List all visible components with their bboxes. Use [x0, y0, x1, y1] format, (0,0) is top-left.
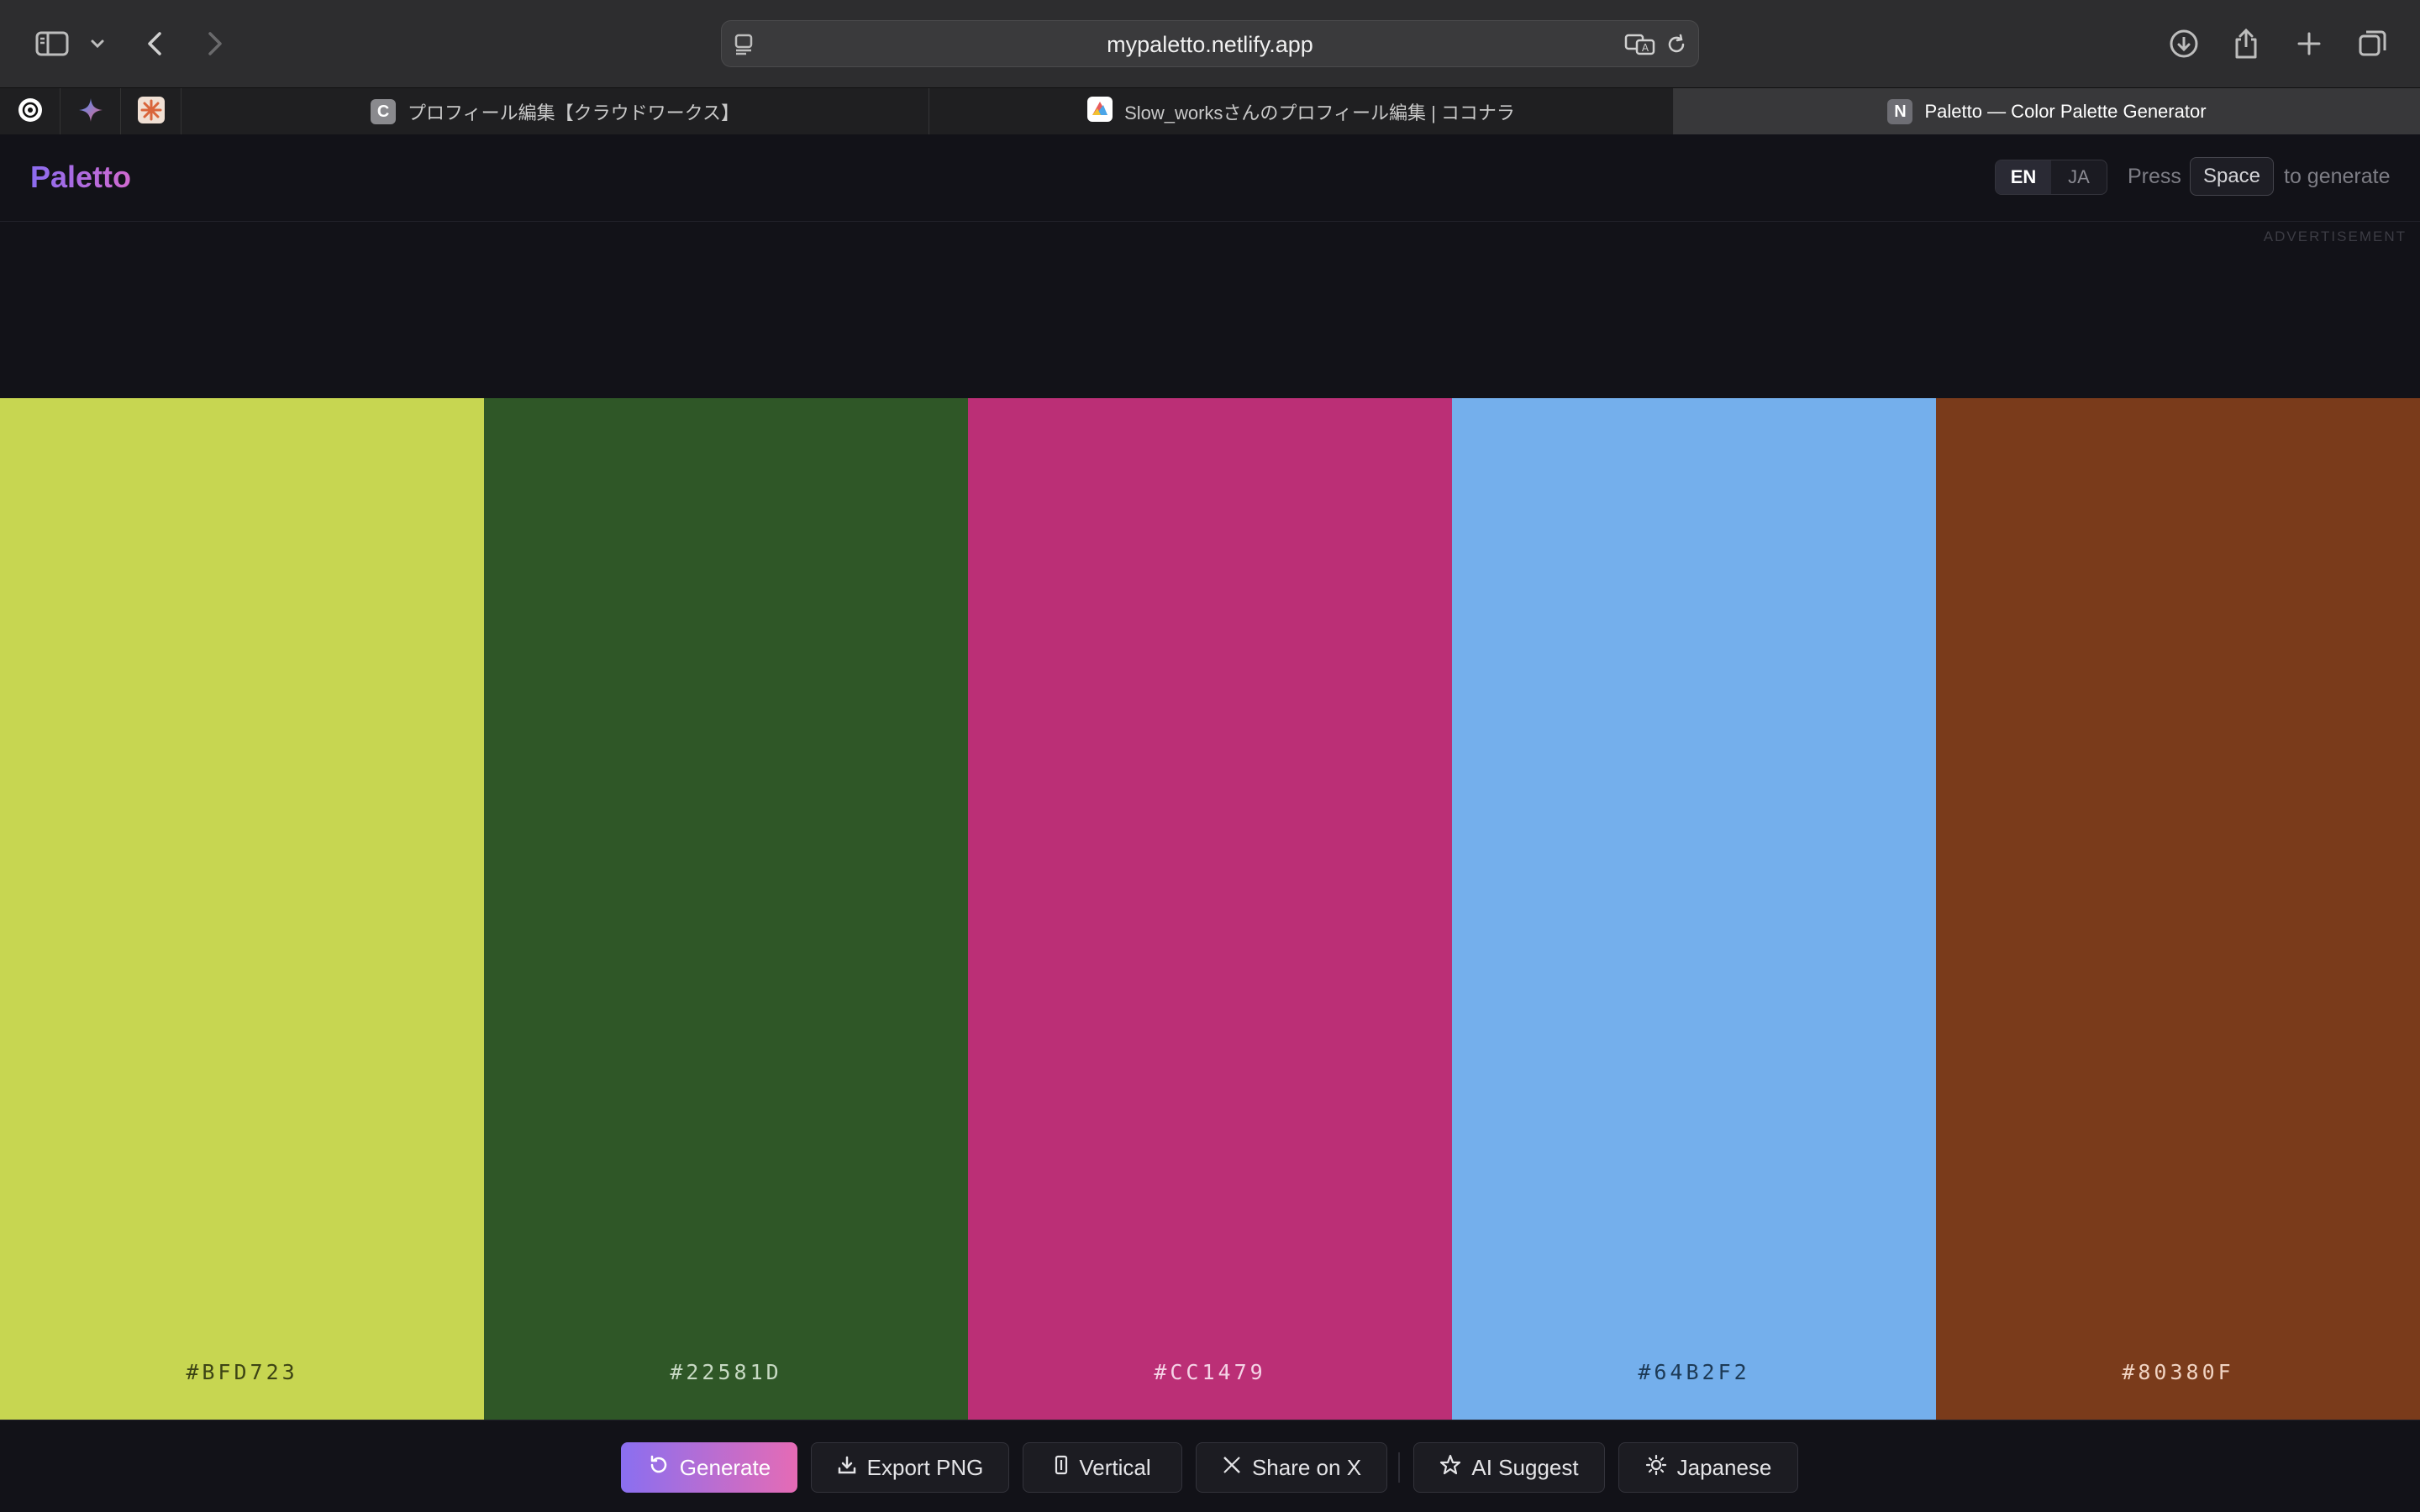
tab-label: プロフィール編集【クラウドワークス】	[408, 102, 739, 123]
url-text: mypaletto.netlify.app	[1107, 32, 1313, 57]
claude-icon	[137, 96, 165, 128]
color-swatch[interactable]: #CC1479	[968, 398, 1452, 1420]
tab-coconala[interactable]: Slow_worksさんのプロフィール編集 | ココナラ	[929, 88, 1674, 135]
tab-label: Slow_worksさんのプロフィール編集 | ココナラ	[1124, 102, 1515, 123]
swatch-hex-label[interactable]: #CC1479	[968, 1360, 1452, 1384]
netlify-favicon-icon: N	[1887, 99, 1913, 124]
chevron-down-icon[interactable]	[87, 22, 108, 66]
pinned-tab-claude[interactable]	[121, 88, 182, 135]
address-bar[interactable]: mypaletto.netlify.app A	[721, 20, 1699, 67]
color-swatch[interactable]: #22581D	[484, 398, 968, 1420]
tab-crowdworks[interactable]: C プロフィール編集【クラウドワークス】	[182, 88, 929, 135]
browser-toolbar: mypaletto.netlify.app A	[0, 0, 2420, 87]
chatgpt-icon	[17, 97, 44, 128]
reload-icon[interactable]	[1665, 33, 1688, 60]
translate-icon[interactable]: A	[1624, 33, 1656, 60]
japanese-theme-button[interactable]: Japanese	[1618, 1442, 1798, 1493]
generate-button[interactable]: Generate	[621, 1442, 797, 1493]
coconala-favicon-icon	[1087, 97, 1113, 127]
lang-ja-button[interactable]: JA	[2051, 160, 2107, 194]
hint-press-text: Press	[2128, 165, 2181, 188]
star-icon	[1439, 1454, 1461, 1482]
refresh-icon	[648, 1454, 670, 1482]
hint-generate-text: to generate	[2284, 165, 2391, 188]
download-icon	[837, 1455, 857, 1481]
color-swatch[interactable]: #80380F	[1936, 398, 2420, 1420]
share-on-x-label: Share on X	[1251, 1454, 1362, 1480]
forward-icon[interactable]	[198, 22, 232, 66]
japanese-label: Japanese	[1676, 1454, 1772, 1480]
toolbar-divider	[1398, 1452, 1400, 1483]
ai-suggest-button[interactable]: AI Suggest	[1413, 1442, 1605, 1493]
generate-label: Generate	[679, 1454, 771, 1480]
tab-paletto[interactable]: N Paletto — Color Palette Generator	[1674, 88, 2420, 135]
crowdworks-favicon-icon: C	[371, 99, 397, 124]
advertisement-slot: ADVERTISEMENT	[0, 222, 2420, 398]
vertical-label: Vertical	[1079, 1454, 1151, 1480]
sun-icon	[1645, 1454, 1667, 1482]
space-key-badge: Space	[2190, 157, 2274, 196]
vertical-layout-icon	[1054, 1455, 1069, 1481]
app-header: Paletto EN JA Press Space to generate	[0, 134, 2420, 222]
gemini-icon	[77, 97, 104, 128]
color-swatch[interactable]: #64B2F2	[1452, 398, 1936, 1420]
swatch-hex-label[interactable]: #22581D	[484, 1360, 968, 1384]
new-tab-icon[interactable]	[2292, 22, 2326, 66]
pinned-tab-chatgpt[interactable]	[0, 88, 60, 135]
export-png-button[interactable]: Export PNG	[811, 1442, 1009, 1493]
downloads-icon[interactable]	[2166, 22, 2202, 66]
swatch-hex-label[interactable]: #80380F	[1936, 1360, 2420, 1384]
x-logo-icon	[1222, 1455, 1242, 1481]
app-logo[interactable]: Paletto	[30, 160, 131, 195]
share-on-x-button[interactable]: Share on X	[1196, 1442, 1387, 1493]
swatch-hex-label[interactable]: #BFD723	[0, 1360, 484, 1384]
advertisement-label: ADVERTISEMENT	[2263, 228, 2407, 244]
export-png-label: Export PNG	[866, 1454, 984, 1480]
back-icon[interactable]	[138, 22, 171, 66]
tab-overview-icon[interactable]	[2354, 22, 2391, 66]
pinned-tab-gemini[interactable]	[60, 88, 121, 135]
color-palette: #BFD723 #22581D #CC1479 #64B2F2 #80380F	[0, 398, 2420, 1420]
lang-en-button[interactable]: EN	[1996, 160, 2051, 194]
tab-label: Paletto — Color Palette Generator	[1924, 101, 2207, 122]
share-icon[interactable]	[2228, 22, 2264, 66]
tab-bar: C プロフィール編集【クラウドワークス】 Slow_worksさんのプロフィール…	[0, 87, 2420, 135]
vertical-layout-button[interactable]: Vertical	[1023, 1442, 1182, 1493]
ai-suggest-label: AI Suggest	[1471, 1454, 1579, 1480]
swatch-hex-label[interactable]: #64B2F2	[1452, 1360, 1936, 1384]
language-toggle: EN JA	[1995, 160, 2107, 195]
sidebar-toggle-icon[interactable]	[32, 22, 72, 66]
color-swatch[interactable]: #BFD723	[0, 398, 484, 1420]
action-bar: Generate Export PNG Vertical Share on X …	[0, 1420, 2420, 1512]
svg-text:A: A	[1642, 42, 1649, 54]
